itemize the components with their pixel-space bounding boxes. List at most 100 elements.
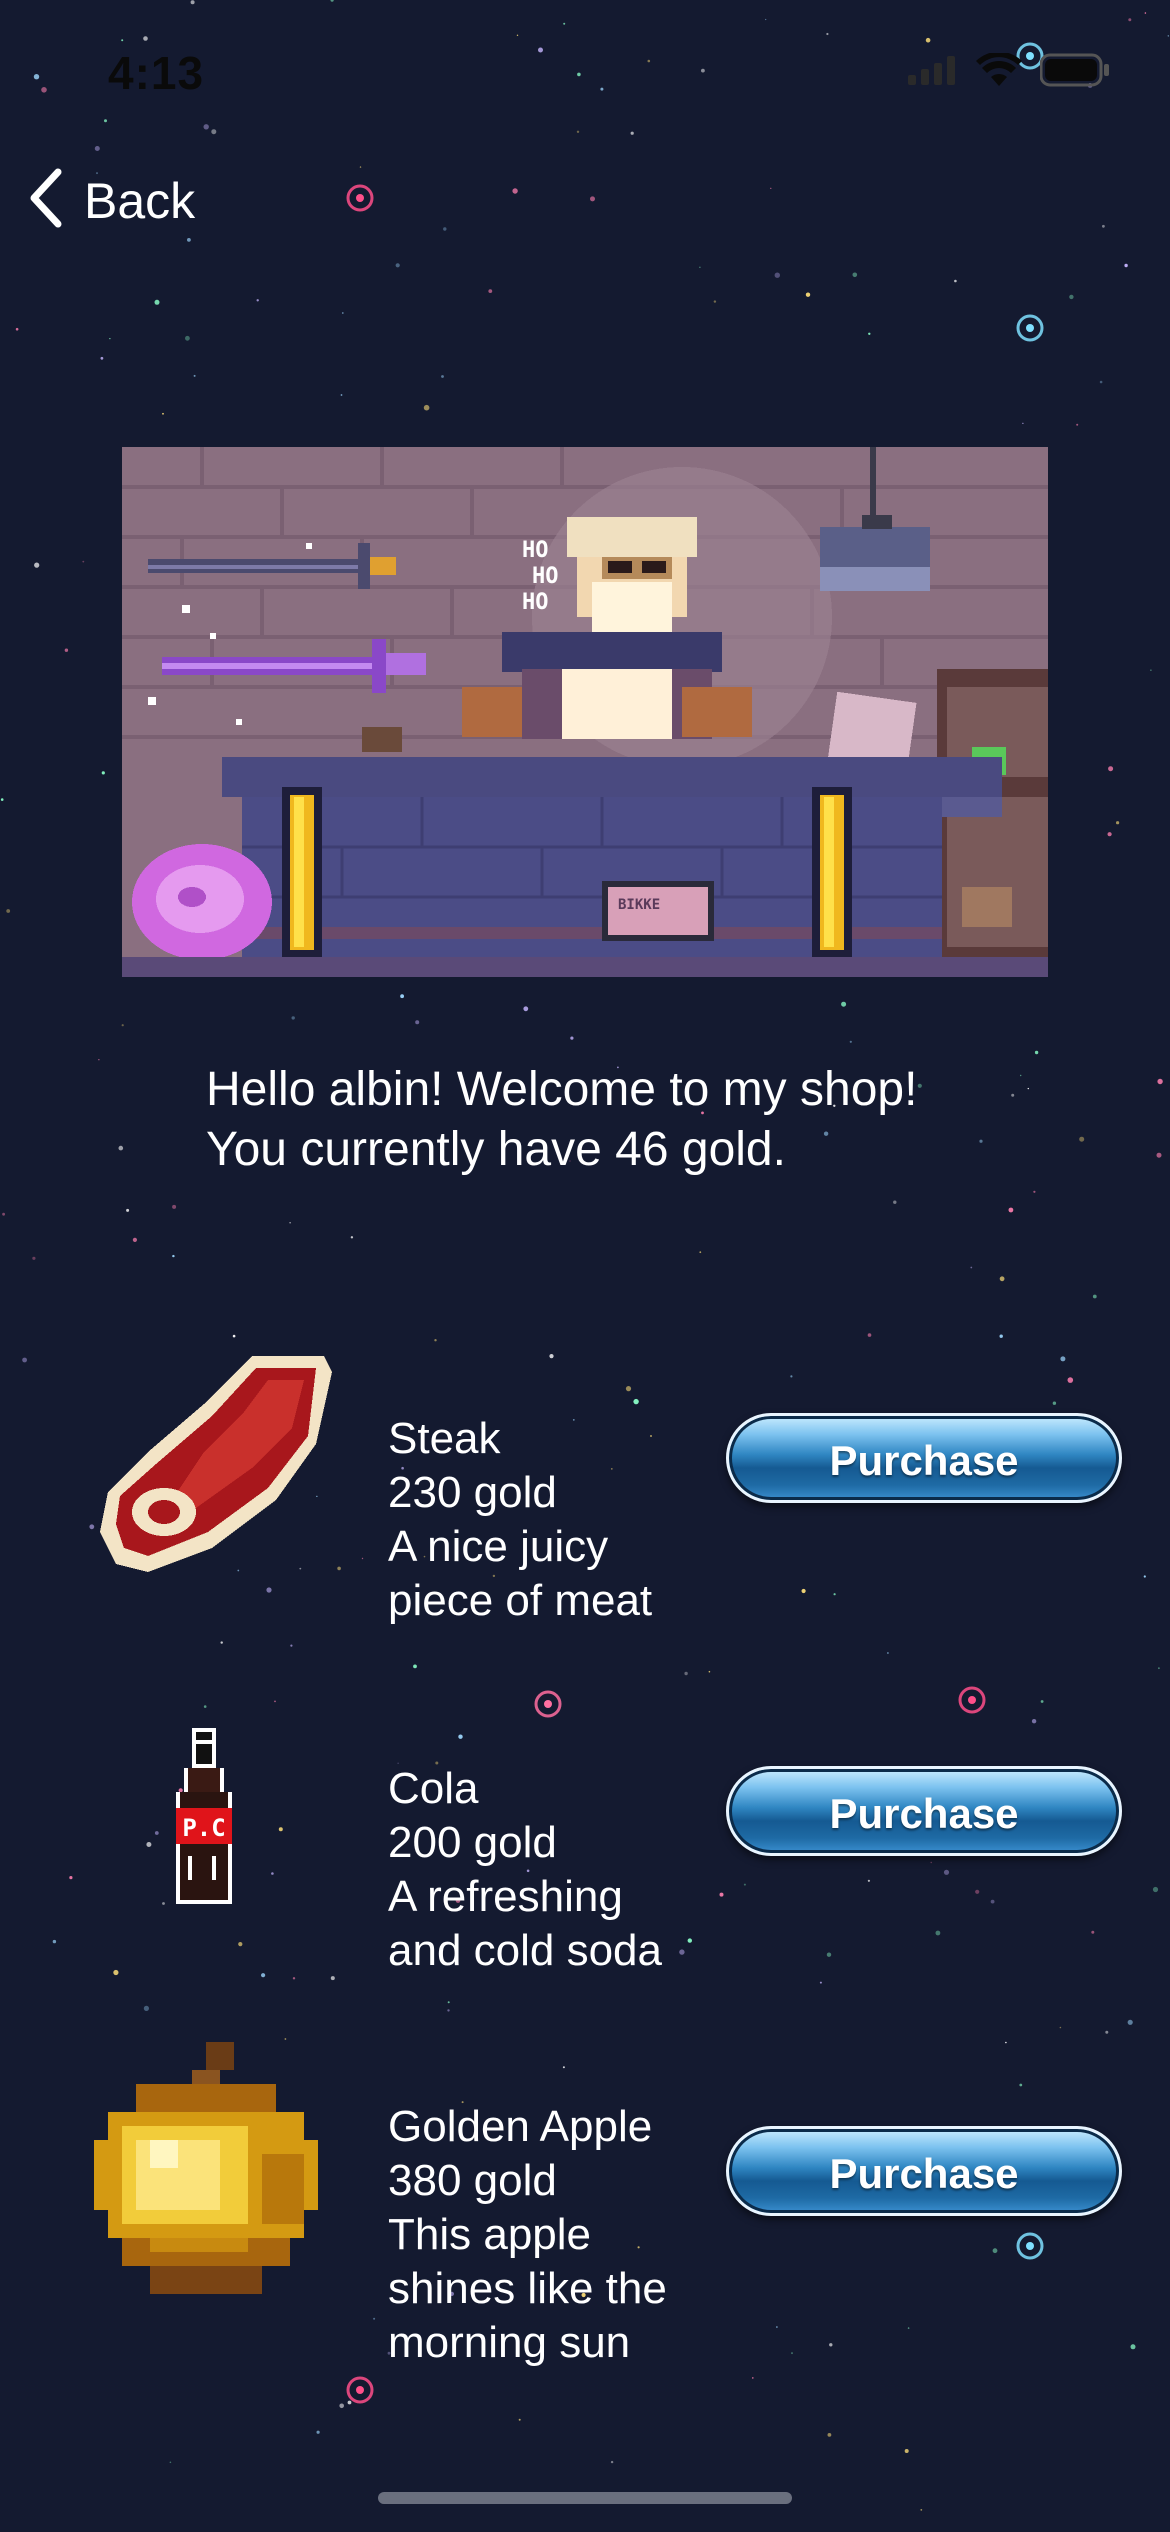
star [101,771,105,775]
star [100,356,104,360]
glowing-star-core [968,1696,976,1704]
star [1067,1377,1074,1383]
star [770,187,772,189]
star [699,1251,702,1254]
star [266,1587,272,1593]
star [1079,1136,1085,1142]
star [833,1593,836,1596]
back-button[interactable]: Back [26,168,195,233]
star [278,1827,283,1832]
star [443,227,447,231]
star [185,335,190,341]
glowing-star-core [356,2386,364,2394]
item-name: Cola [388,1764,479,1813]
purchase-steak-button[interactable]: Purchase [726,1413,1122,1503]
star [679,1949,685,1955]
star [1156,1152,1162,1158]
star [488,289,493,293]
star [162,412,164,415]
star [1099,380,1103,384]
item-name: Golden Apple [388,2102,653,2151]
star [549,1354,554,1359]
star [0,798,4,801]
star [113,1969,119,1976]
home-indicator[interactable] [378,2492,792,2504]
star [347,2400,352,2405]
glowing-star-core [1026,2242,1034,2250]
star [6,909,11,913]
battery-icon [1039,53,1110,92]
star [1020,1074,1022,1077]
star [172,1254,175,1258]
star [920,2509,923,2511]
star [868,332,871,335]
item-description-line: This apple [388,2210,592,2259]
star [1019,2083,1023,2087]
star [917,1083,922,1088]
star [395,263,400,268]
star [819,1981,822,1984]
purchase-golden-apple-button[interactable]: Purchase [726,2126,1122,2216]
star [713,300,717,303]
star [203,1705,207,1708]
star [441,375,444,378]
star [109,338,111,340]
star [162,1902,165,1905]
star [1034,1050,1039,1055]
star [434,1339,437,1342]
star [687,1938,692,1943]
star [849,1040,852,1043]
star [291,1016,295,1020]
star [82,560,85,563]
star [719,1892,724,1897]
star [930,1861,932,1864]
star [1157,1078,1163,1085]
star [361,1557,364,1560]
star [154,299,160,305]
star [1150,669,1152,671]
star [146,1842,152,1847]
star [126,1208,130,1212]
star [64,648,69,652]
glowing-star-core [356,194,364,202]
star [1022,422,1024,424]
star [512,188,518,194]
speech-text-2: HO [532,564,559,589]
star [94,146,100,151]
item-name: Steak [388,1414,501,1463]
counter-sign-text: BIKKE [618,897,660,913]
cola-bottle-icon: P.C [176,1728,232,1904]
star [1031,1719,1037,1724]
star [610,2460,614,2464]
star [261,1973,266,1978]
star [271,1872,274,1875]
star [954,279,957,283]
star [1127,2019,1133,2025]
status-bar: 4:13 [0,0,1170,140]
star [169,2461,172,2464]
item-price: 380 gold [388,2156,557,2205]
item-description-line: A nice juicy [388,1522,609,1571]
star [290,1644,293,1647]
star [752,2377,754,2379]
star [827,2433,832,2437]
star [999,1334,1003,1338]
purchase-cola-button[interactable]: Purchase [726,1766,1122,1856]
steak-icon [100,1356,332,1572]
star [1143,1575,1146,1578]
star [350,1236,354,1239]
star [791,2352,793,2355]
star [1059,2026,1062,2029]
star [274,1700,276,1703]
star [373,2317,376,2320]
star [132,1237,137,1242]
star [708,1670,711,1673]
star [633,1398,639,1405]
star [1124,263,1128,268]
item-details: Steak 230 gold A nice juicy piece of mea… [388,1412,652,1628]
star [867,1333,872,1337]
star [907,2327,910,2329]
item-details: Cola 200 gold A refreshing and cold soda [388,1762,662,1978]
welcome-message: Hello albin! Welcome to my shop! You cur… [206,1060,917,1180]
item-description-line: morning sun [388,2318,631,2367]
